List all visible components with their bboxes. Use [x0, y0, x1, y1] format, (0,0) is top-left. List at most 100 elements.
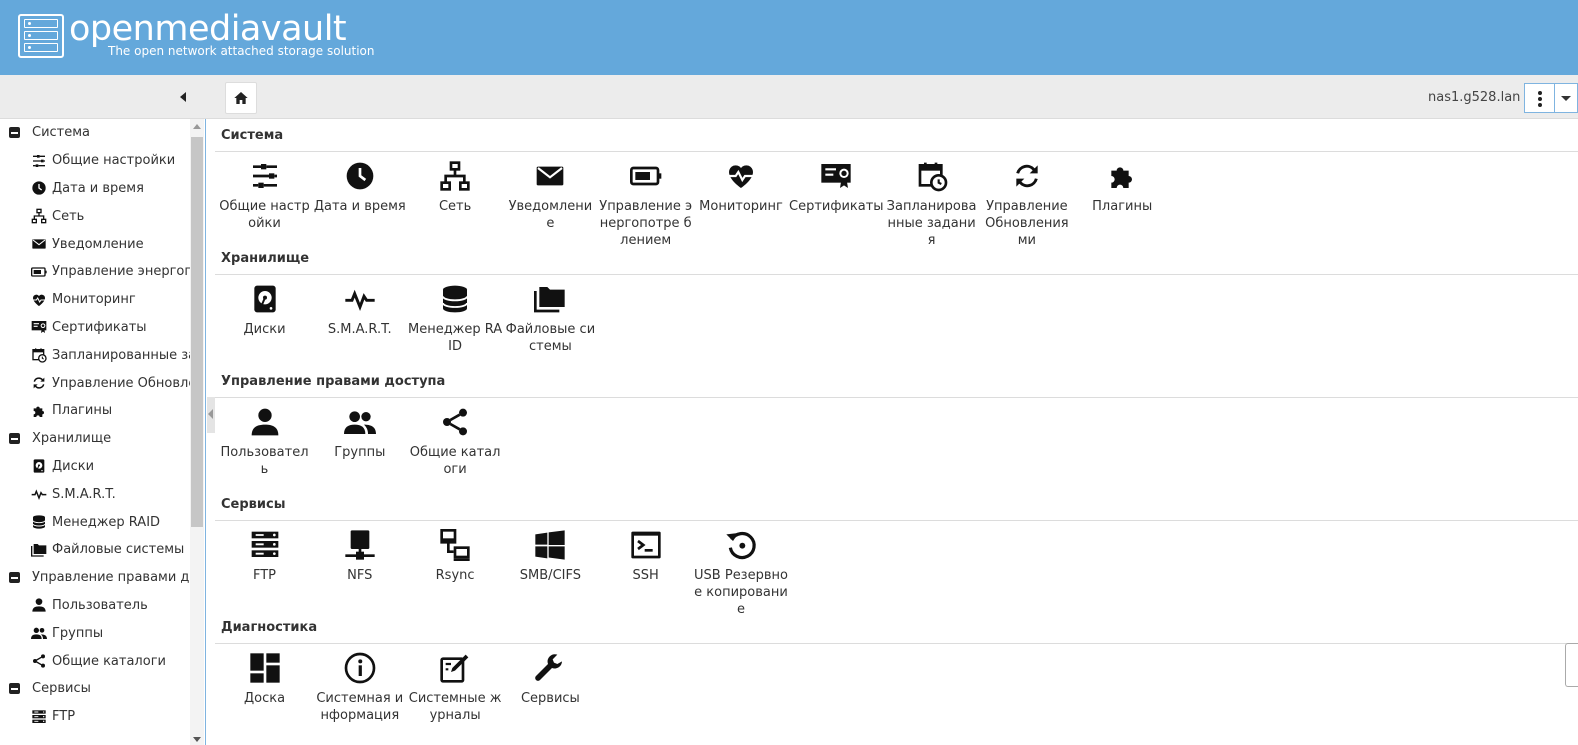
side-panel-tab[interactable]: [1565, 643, 1578, 687]
splitter-collapse-handle[interactable]: [207, 397, 215, 433]
dashboard-tile[interactable]: Управление энергопотре блением: [598, 160, 693, 249]
section-title: Управление правами доступа: [221, 374, 446, 389]
app-subtitle: The open network attached storage soluti…: [108, 44, 375, 58]
collapse-minus-icon[interactable]: [9, 433, 20, 445]
sidebar-item[interactable]: Менеджер RAID: [0, 508, 190, 536]
wrench-icon: [535, 654, 563, 681]
sidebar-item[interactable]: Управление энергопо: [0, 258, 201, 286]
dashboard-tile[interactable]: Управление Обновления ми: [979, 160, 1074, 249]
sidebar-item[interactable]: Плагины: [0, 397, 190, 425]
dashboard-tile[interactable]: Общие настройки: [217, 160, 312, 232]
tile-label: Диски: [243, 322, 286, 337]
database-icon: [442, 285, 469, 313]
dashboard-tile[interactable]: Мониторинг: [694, 160, 789, 215]
dashboard-tile[interactable]: Сертификаты: [789, 160, 884, 215]
section-title: Хранилище: [221, 251, 310, 266]
tile-label: Пользовател ь: [220, 445, 309, 477]
sidebar-item[interactable]: Уведомление: [0, 230, 190, 258]
tile-label: Дата и время: [313, 199, 406, 214]
dashboard-tile[interactable]: Пользовател ь: [217, 406, 312, 478]
dashboard-tile[interactable]: Дата и время: [312, 160, 407, 215]
dashboard-tile[interactable]: Плагины: [1075, 160, 1170, 215]
sidebar-item[interactable]: Сеть: [0, 202, 190, 230]
dashboard-tile[interactable]: Запланирова нные задания: [884, 160, 979, 249]
tile-label: NFS: [347, 568, 373, 583]
tile-label: Сервисы: [520, 691, 580, 706]
backup-icon: [726, 531, 756, 560]
sidebar-item[interactable]: Сертификаты: [0, 314, 190, 342]
sliders-icon: [33, 154, 45, 167]
scroll-up-arrow[interactable]: [193, 124, 201, 129]
dashboard-tile[interactable]: Диски: [217, 283, 312, 338]
clock-icon: [32, 181, 46, 196]
sidebar-item-label: Запланированные за,: [52, 347, 201, 363]
dashboard-tile[interactable]: USB Резервное копирование: [694, 529, 789, 618]
navigation-sidebar: Система Общие настройки Дата и время Сеть Ув…: [0, 119, 206, 745]
section-divider: [215, 151, 1578, 152]
sidebar-item[interactable]: Общие каталоги: [0, 647, 190, 675]
logo-icon: [18, 14, 64, 58]
home-button[interactable]: [225, 82, 257, 114]
server-icon: [251, 531, 278, 557]
sidebar-item[interactable]: Управление Обновле: [0, 369, 196, 397]
sidebar-group-label: Управление правами до: [32, 570, 198, 586]
dashboard-tile[interactable]: FTP: [217, 529, 312, 584]
scroll-thumb[interactable]: [191, 137, 203, 527]
heart-pulse-icon: [33, 294, 45, 306]
scroll-down-arrow[interactable]: [193, 737, 201, 742]
dashboard-tile[interactable]: Общие каталоги: [408, 406, 503, 478]
tile-label: SSH: [632, 568, 659, 583]
folders-icon: [534, 287, 566, 313]
user-icon: [251, 408, 278, 436]
sidebar-item[interactable]: FTP: [0, 703, 190, 731]
home-icon: [234, 92, 248, 104]
sidebar-item[interactable]: Пользователь: [0, 592, 190, 620]
dashboard-tile[interactable]: Системная информация: [312, 652, 407, 724]
sidebar-scrollbar[interactable]: [190, 119, 204, 745]
sidebar-group[interactable]: Система: [0, 119, 190, 147]
pulse-icon: [345, 289, 375, 312]
share-icon: [33, 654, 45, 668]
sidebar-group[interactable]: Хранилище: [0, 425, 190, 453]
dashboard-tile[interactable]: Группы: [312, 406, 407, 461]
sidebar-item[interactable]: S.M.A.R.T.: [0, 480, 190, 508]
dashboard-tile[interactable]: S.M.A.R.T.: [312, 283, 407, 338]
sidebar-item[interactable]: Общие настройки: [0, 147, 190, 175]
dashboard-tile[interactable]: Сервисы: [503, 652, 598, 707]
dashboard-tile[interactable]: SSH: [598, 529, 693, 584]
sidebar-group-label: Система: [32, 125, 91, 141]
sidebar-item[interactable]: Запланированные за,: [0, 341, 200, 369]
rsync-icon: [440, 529, 470, 561]
menu-dropdown-button[interactable]: [1554, 83, 1578, 113]
collapse-sidebar-button[interactable]: [176, 89, 190, 105]
kebab-menu-button[interactable]: [1524, 83, 1554, 113]
database-icon: [32, 515, 46, 529]
battery-icon: [629, 166, 662, 186]
tile-label: S.M.A.R.T.: [327, 322, 392, 337]
sidebar-item[interactable]: Файловые системы: [0, 536, 190, 564]
battery-icon: [31, 267, 47, 277]
collapse-minus-icon[interactable]: [9, 127, 20, 139]
sidebar-group-label: Сервисы: [32, 681, 91, 697]
hostname-label: nas1.g528.lan: [1428, 90, 1521, 105]
dashboard-tile[interactable]: Rsync: [408, 529, 503, 584]
dashboard-tile[interactable]: Файловые системы: [503, 283, 598, 355]
section-divider: [215, 643, 1578, 644]
collapse-minus-icon[interactable]: [9, 683, 20, 695]
tile-label: Файловые системы: [505, 322, 596, 354]
dashboard-tile[interactable]: Сеть: [408, 160, 503, 215]
dashboard-tile[interactable]: Уведомлени е: [503, 160, 598, 232]
collapse-minus-icon[interactable]: [9, 572, 20, 584]
dashboard-tile[interactable]: SMB/CIFS: [503, 529, 598, 584]
tile-label: Сертификаты: [789, 199, 884, 214]
dashboard-tile[interactable]: Доска: [217, 652, 312, 707]
sidebar-item[interactable]: Группы: [0, 619, 190, 647]
sidebar-item[interactable]: Диски: [0, 453, 190, 481]
sidebar-group[interactable]: Сервисы: [0, 675, 190, 703]
sidebar-group[interactable]: Управление правами до: [0, 564, 197, 592]
sidebar-item[interactable]: Мониторинг: [0, 286, 190, 314]
dashboard-tile[interactable]: NFS: [312, 529, 407, 584]
dashboard-tile[interactable]: Системные журналы: [408, 652, 503, 724]
dashboard-tile[interactable]: Менеджер RAID: [408, 283, 503, 355]
sidebar-item[interactable]: Дата и время: [0, 175, 190, 203]
